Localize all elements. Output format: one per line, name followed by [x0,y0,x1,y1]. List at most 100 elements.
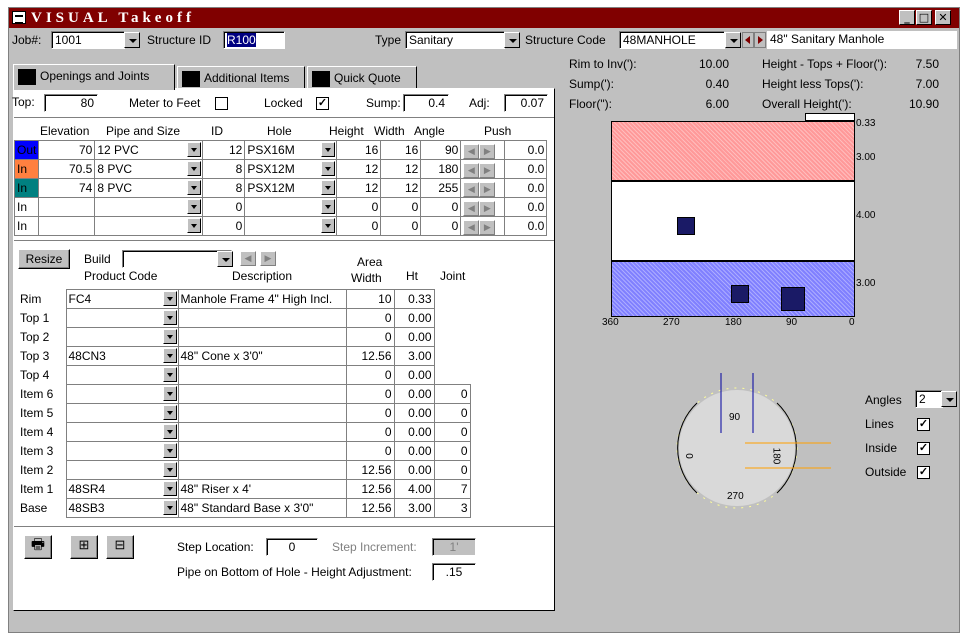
build-prev-button[interactable]: ◀ [240,251,256,266]
product-dropdown-button[interactable] [162,329,177,344]
spin-right-icon[interactable]: ▶ [479,143,496,159]
description-cell[interactable] [177,441,347,461]
width-cell[interactable]: 0 [345,403,395,423]
pipe-cell[interactable]: 12 PVC [94,140,204,160]
sump-field[interactable]: 0.4 [403,94,449,112]
pipe-cell[interactable] [94,197,204,217]
id-cell[interactable]: 8 [202,159,246,179]
inside-checkbox[interactable]: ✓ [917,442,930,455]
id-cell[interactable]: 8 [202,178,246,198]
product-dropdown-button[interactable] [162,481,177,496]
description-cell[interactable] [177,365,347,385]
spin-right-icon[interactable]: ▶ [479,200,496,216]
width-cell[interactable]: 0 [345,365,395,385]
ht-cell[interactable]: 0.00 [393,308,435,328]
width-cell[interactable]: 12 [380,178,422,198]
resize-button[interactable]: Resize [18,249,70,269]
pipe-dropdown-button[interactable] [187,142,202,157]
description-cell[interactable]: 48" Standard Base x 3'0" [177,498,347,518]
ht-cell[interactable]: 4.00 [393,479,435,499]
joint-cell[interactable]: 0 [433,441,471,461]
product-code-cell[interactable]: 48CN3 [65,346,179,366]
angle-cell[interactable]: 255 [420,178,462,198]
push-spinner[interactable]: ◀ ▶ [460,140,506,160]
elevation-cell[interactable]: 70.5 [38,159,96,179]
height-cell[interactable]: 16 [336,140,382,160]
joint-cell[interactable] [434,328,470,347]
product-dropdown-button[interactable] [162,386,177,401]
product-dropdown-button[interactable] [162,348,177,363]
ht-cell[interactable]: 0.33 [393,289,435,309]
ht-cell[interactable]: 3.00 [393,498,435,518]
product-code-cell[interactable]: FC4 [65,289,179,309]
type-dropdown-button[interactable] [504,32,520,48]
direction-cell[interactable]: In [13,216,40,236]
adj-field[interactable]: 0.07 [504,94,548,112]
product-dropdown-button[interactable] [162,310,177,325]
hole-cell[interactable]: PSX16M [244,140,338,160]
product-code-cell[interactable]: 48SB3 [65,498,179,518]
joint-cell[interactable]: 0 [433,384,471,404]
width-cell[interactable]: 0 [345,327,395,347]
push-spinner[interactable]: ◀ ▶ [460,197,506,217]
description-cell[interactable] [177,308,347,328]
angle-cell[interactable]: 0 [420,197,462,217]
lines-checkbox[interactable]: ✓ [917,418,930,431]
height-cell[interactable]: 12 [336,159,382,179]
width-cell[interactable]: 12 [380,159,422,179]
spin-right-icon[interactable]: ▶ [479,219,496,235]
push-cell[interactable]: 0.0 [504,216,548,236]
width-cell[interactable]: 0 [380,197,422,217]
ht-cell[interactable]: 0.00 [393,403,435,423]
height-cell[interactable]: 12 [336,178,382,198]
angle-cell[interactable]: 180 [420,159,462,179]
product-dropdown-button[interactable] [162,443,177,458]
width-cell[interactable]: 0 [345,384,395,404]
product-code-cell[interactable] [65,441,179,461]
width-cell[interactable]: 0 [345,441,395,461]
tab-additional-items[interactable]: Additional Items [177,66,305,90]
job-field[interactable]: 1001 [51,31,125,49]
description-cell[interactable] [177,384,347,404]
joint-cell[interactable] [434,347,470,366]
width-cell[interactable]: 12.56 [345,460,395,480]
product-dropdown-button[interactable] [162,500,177,515]
direction-cell[interactable]: In [13,178,40,198]
ht-cell[interactable]: 0.00 [393,384,435,404]
joint-cell[interactable]: 3 [433,498,471,518]
step-location-field[interactable]: 0 [266,538,318,556]
angle-cell[interactable]: 90 [420,140,462,160]
spin-left-icon[interactable]: ◀ [463,219,480,235]
joint-cell[interactable] [434,366,470,385]
build-dropdown-button[interactable] [217,251,233,267]
hole-cell[interactable] [244,216,338,236]
product-code-cell[interactable] [65,460,179,480]
width-cell[interactable]: 16 [380,140,422,160]
hole-cell[interactable]: PSX12M [244,178,338,198]
spin-left-icon[interactable]: ◀ [463,143,480,159]
product-dropdown-button[interactable] [162,462,177,477]
width-cell[interactable]: 0 [345,422,395,442]
direction-cell[interactable]: In [13,159,40,179]
joint-cell[interactable]: 0 [433,403,471,423]
job-dropdown-button[interactable] [124,32,140,48]
pipe-cell[interactable]: 8 PVC [94,178,204,198]
joint-cell[interactable]: 0 [433,422,471,442]
description-cell[interactable] [177,422,347,442]
remove-row-button[interactable]: ⊟ [106,535,134,559]
elevation-cell[interactable]: 74 [38,178,96,198]
ht-cell[interactable]: 0.00 [393,460,435,480]
print-button[interactable]: 🖶 [24,535,52,559]
width-cell[interactable]: 12.56 [345,346,395,366]
product-dropdown-button[interactable] [162,291,177,306]
height-cell[interactable]: 0 [336,197,382,217]
description-cell[interactable]: Manhole Frame 4" High Incl. [177,289,347,309]
meter-to-feet-checkbox[interactable] [215,97,228,110]
hole-cell[interactable]: PSX12M [244,159,338,179]
hole-dropdown-button[interactable] [321,161,336,176]
hole-cell[interactable] [244,197,338,217]
hole-dropdown-button[interactable] [321,218,336,233]
product-dropdown-button[interactable] [162,405,177,420]
direction-cell[interactable]: Out [13,140,40,160]
pipe-dropdown-button[interactable] [187,199,202,214]
